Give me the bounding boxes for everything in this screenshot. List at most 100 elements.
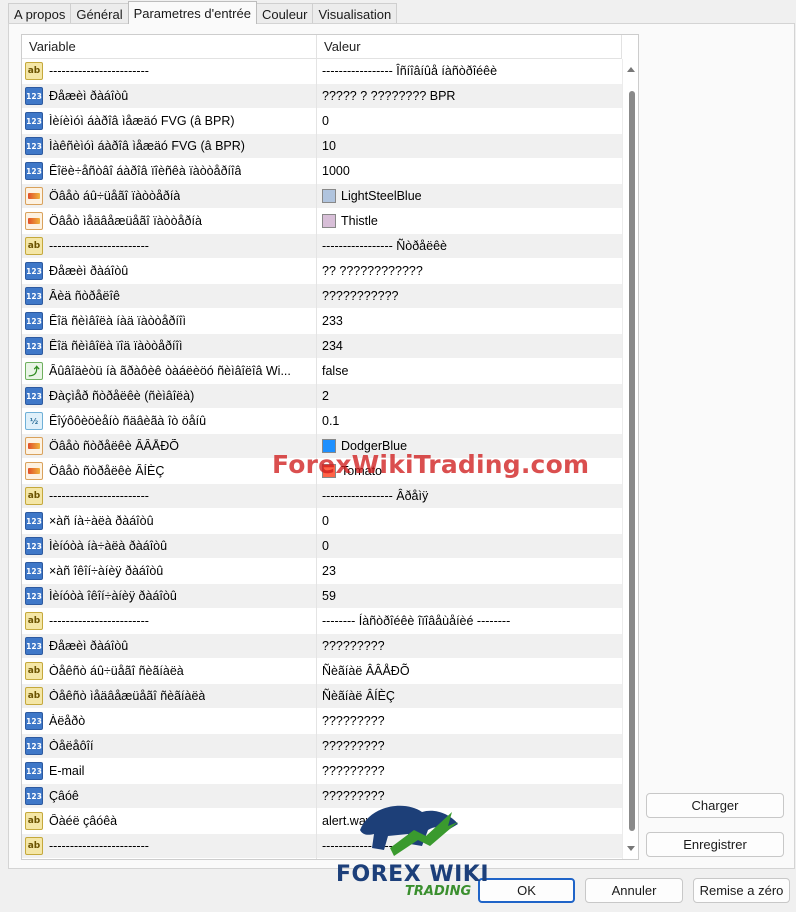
table-row[interactable]: Öâåò ñòðåëêè ÂÂÅÐÕ DodgerBlue [22, 433, 622, 459]
table-row[interactable]: 123 Òåëåôîí????????? [22, 733, 622, 759]
vertical-scrollbar[interactable] [622, 59, 638, 859]
value-cell[interactable]: Thistle [317, 209, 622, 234]
value-cell[interactable]: 23 [317, 559, 622, 584]
value-cell[interactable]: -------------------- [317, 834, 622, 859]
reset-button[interactable]: Remise a zéro [693, 878, 790, 903]
scroll-down-icon[interactable] [627, 846, 635, 851]
table-row[interactable]: 123 Ìèíóòà îêîí÷àíèÿ ðàáîòû 59 [22, 583, 622, 609]
table-row[interactable]: 123 Ìèíóòà íà÷àëà ðàáîòû 0 [22, 533, 622, 559]
load-button[interactable]: Charger [646, 793, 784, 818]
value-cell[interactable]: ----------------- Ñòðåëêè [317, 234, 622, 259]
table-row[interactable]: ab ------------------------ --------------… [22, 483, 622, 509]
value-cell[interactable]: 0.1 [317, 409, 622, 434]
variable-cell: 123 Ðåæèì ðàáîòû [22, 83, 317, 109]
variable-name: Âûâîäèòü íà ãðàôèê òàáëèöó ñèìâîëîâ Wi..… [49, 364, 291, 378]
variable-cell: Öâåò áû÷üåãî ïàòòåðíà [22, 183, 317, 209]
ok-button[interactable]: OK [478, 878, 575, 903]
value-cell[interactable]: ????????? [317, 734, 622, 759]
column-header-variable[interactable]: Variable [22, 35, 317, 58]
color-swatch[interactable] [322, 439, 336, 453]
table-row[interactable]: ab ------------------------ --------------… [22, 833, 622, 859]
value-cell[interactable]: ??????????? [317, 284, 622, 309]
value-cell[interactable]: ????????? [317, 634, 622, 659]
tab-2[interactable]: Parametres d'entrée [127, 1, 257, 24]
table-row[interactable]: Öâåò ìåäâåæüåãî ïàòòåðíà Thistle [22, 208, 622, 234]
save-button[interactable]: Enregistrer [646, 832, 784, 857]
variable-name: ------------------------ [49, 64, 149, 78]
table-row[interactable]: Öâåò áû÷üåãî ïàòòåðíà LightSteelBlue [22, 183, 622, 209]
table-row[interactable]: 123 Ðàçìåð ñòðåëêè (ñèìâîëà) 2 [22, 383, 622, 409]
table-row[interactable]: ab Òåêñò áû÷üåãî ñèãíàëà Ñèãíàë ÂÂÅÐÕ [22, 658, 622, 684]
value-cell[interactable]: -------- Íàñòðîéêè îïîâåùåíèé -------- [317, 609, 622, 634]
value-text: Tomato [341, 464, 382, 478]
color-swatch[interactable] [322, 189, 336, 203]
table-row[interactable]: 123 ×àñ íà÷àëà ðàáîòû 0 [22, 508, 622, 534]
table-row[interactable]: 123 Âèä ñòðåëîê??????????? [22, 283, 622, 309]
tab-1[interactable]: Général [70, 3, 129, 24]
table-row[interactable]: 123 Êîëè÷åñòâî áàðîâ ïîèñêà ïàòòåðíîâ 1000 [22, 158, 622, 184]
variable-cell: Öâåò ìåäâåæüåãî ïàòòåðíà [22, 208, 317, 234]
value-cell[interactable]: Ñèãíàë ÂÂÅÐÕ [317, 659, 622, 684]
table-row[interactable]: 123 Àëåðò????????? [22, 708, 622, 734]
variable-name: Ôàéë çâóêà [49, 814, 118, 828]
table-row[interactable]: 123 Ðåæèì ðàáîòû????????? [22, 633, 622, 659]
cancel-button[interactable]: Annuler [585, 878, 683, 903]
variable-name: Ìèíèìóì áàðîâ ìåæäó FVG (â BPR) [49, 114, 235, 128]
scrollbar-thumb[interactable] [629, 91, 635, 831]
value-cell[interactable]: DodgerBlue [317, 434, 622, 459]
table-row[interactable]: 123 Ìèíèìóì áàðîâ ìåæäó FVG (â BPR) 0 [22, 108, 622, 134]
value-cell[interactable]: false [317, 359, 622, 384]
value-cell[interactable]: 234 [317, 334, 622, 359]
table-row[interactable]: 123 Êîä ñèìâîëà ïîä ïàòòåðíîì 234 [22, 333, 622, 359]
tab-4[interactable]: Visualisation [312, 3, 398, 24]
scroll-up-icon[interactable] [627, 67, 635, 72]
value-cell[interactable]: Tomato [317, 459, 622, 484]
value-cell[interactable]: 1000 [317, 159, 622, 184]
table-row[interactable]: ab ------------------------ -------- Íàñòð… [22, 608, 622, 634]
value-cell[interactable]: ????????? [317, 709, 622, 734]
value-cell[interactable]: ----------------- Îñíîâíûå íàñòðîéêè [317, 59, 622, 84]
table-row[interactable]: 123 E-mail????????? [22, 758, 622, 784]
value-cell[interactable]: 0 [317, 109, 622, 134]
value-cell[interactable]: LightSteelBlue [317, 184, 622, 209]
table-row[interactable]: Öâåò ñòðåëêè ÂÍÈÇ Tomato [22, 458, 622, 484]
value-cell[interactable]: ????? ? ???????? BPR [317, 84, 622, 109]
value-cell[interactable]: ----------------- Âðåìÿ [317, 484, 622, 509]
tab-0[interactable]: A propos [8, 3, 72, 24]
value-text: ????????? [322, 739, 385, 753]
table-row[interactable]: 123 Çâóê????????? [22, 783, 622, 809]
table-row[interactable]: ⤴ Âûâîäèòü íà ãðàôèê òàáëèöó ñèìâîëîâ Wi.… [22, 358, 622, 384]
value-text: Ñèãíàë ÂÍÈÇ [322, 689, 395, 703]
value-cell[interactable]: ????????? [317, 759, 622, 784]
table-row[interactable]: 123 ×àñ îêîí÷àíèÿ ðàáîòû 23 [22, 558, 622, 584]
logo-sub-text: TRADING [405, 884, 472, 899]
table-row[interactable]: 123 Ðåæèì ðàáîòû ????? ? ???????? BPR [22, 83, 622, 109]
value-cell[interactable]: 59 [317, 584, 622, 609]
integer-type-icon: 123 [25, 337, 43, 355]
value-cell[interactable]: ????????? [317, 784, 622, 809]
tab-3[interactable]: Couleur [255, 3, 314, 24]
value-cell[interactable]: 0 [317, 534, 622, 559]
integer-type-icon: 123 [25, 587, 43, 605]
table-row[interactable]: 123 Ðåæèì ðàáîòû ?? ???????????? [22, 258, 622, 284]
table-row[interactable]: ab ------------------------ --------------… [22, 233, 622, 259]
table-row[interactable]: ab Òåêñò ìåäâåæüåãî ñèãíàëà Ñèãíàë ÂÍÈÇ [22, 683, 622, 709]
column-header-value[interactable]: Valeur [317, 35, 622, 58]
table-row[interactable]: 123 Êîä ñèìâîëà íàä ïàòòåðíîì 233 [22, 308, 622, 334]
value-cell[interactable]: Ñèãíàë ÂÍÈÇ [317, 684, 622, 709]
table-row[interactable]: ½ Êîýôôèöèåíò ñäâèãà îò öåíû 0.1 [22, 408, 622, 434]
table-row[interactable]: 123 Ìàêñèìóì áàðîâ ìåæäó FVG (â BPR) 10 [22, 133, 622, 159]
value-cell[interactable]: alert.wav [317, 809, 622, 834]
table-row[interactable]: ab Ôàéë çâóêà alert.wav [22, 808, 622, 834]
value-cell[interactable]: 2 [317, 384, 622, 409]
variable-cell: 123 Êîä ñèìâîëà íàä ïàòòåðíîì [22, 308, 317, 334]
table-row[interactable]: ab ------------------------ --------------… [22, 58, 622, 84]
variable-name: Ìèíóòà îêîí÷àíèÿ ðàáîòû [49, 589, 177, 603]
value-cell[interactable]: 10 [317, 134, 622, 159]
value-cell[interactable]: 0 [317, 509, 622, 534]
color-swatch[interactable] [322, 464, 336, 478]
value-cell[interactable]: ?? ???????????? [317, 259, 622, 284]
value-text: 0 [322, 514, 329, 528]
value-cell[interactable]: 233 [317, 309, 622, 334]
color-swatch[interactable] [322, 214, 336, 228]
